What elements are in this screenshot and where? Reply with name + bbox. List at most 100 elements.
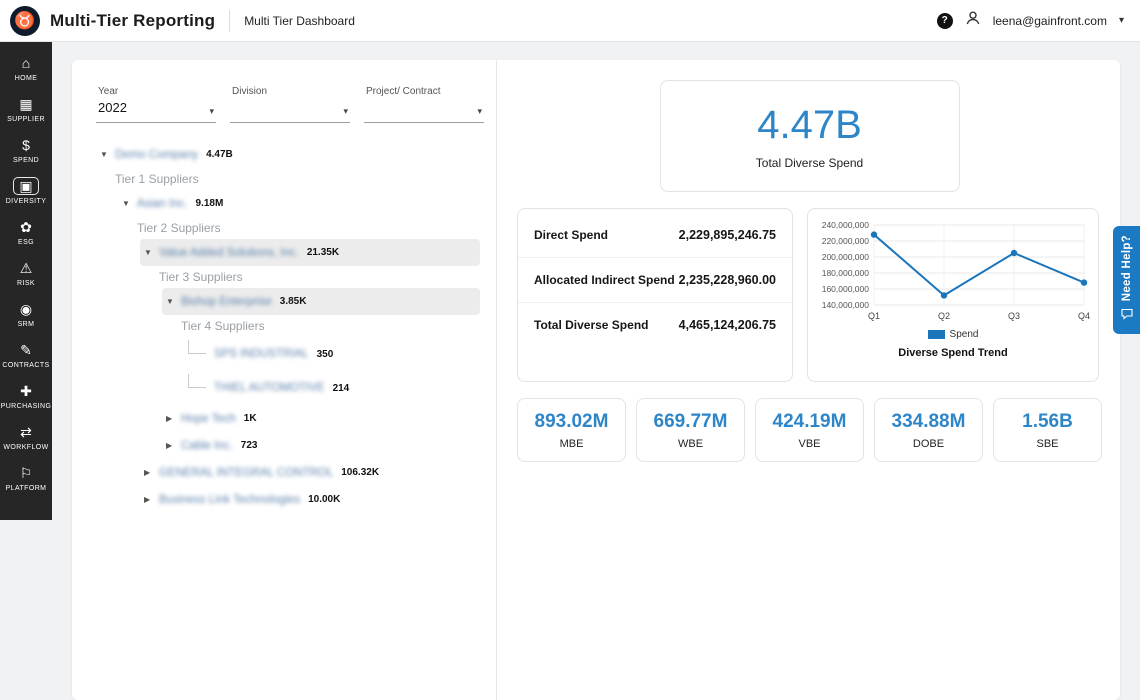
supplier-amount: 9.18M [196,198,224,209]
diverse-spend-trend-chart: 140,000,000160,000,000180,000,000200,000… [807,208,1099,382]
tree-row[interactable]: SPS INDUSTRIAL350 [184,337,480,371]
diversity-icon: ▣ [13,177,38,195]
tree-row[interactable]: ▼Value Added Solutions, Inc. 21.35K [140,239,480,266]
supplier-amount: 3.85K [280,296,307,307]
app-title: Multi-Tier Reporting [50,11,215,31]
supplier-amount: 10.00K [308,494,340,505]
supplier-name[interactable]: Business Link Technologies [159,494,300,506]
tree-row[interactable]: ▼Demo Company4.47B [96,141,480,168]
spend-row-value: 2,235,228,960.00 [679,273,776,287]
sidebar-item-risk[interactable]: ⚠RISK [0,253,52,294]
spend-breakdown-table: Direct Spend 2,229,895,246.75 Allocated … [517,208,793,382]
spend-row-label: Allocated Indirect Spend [534,273,675,287]
expand-caret-icon[interactable]: ▶ [166,441,181,450]
sidebar-item-label: HOME [15,75,38,82]
sidebar-item-purchasing[interactable]: ✚PURCHASING [0,376,52,417]
tree-row[interactable]: ▶Cable Inc.723 [162,432,480,459]
sidebar-item-label: RISK [17,280,35,287]
supplier-name[interactable]: Cable Inc. [181,440,233,452]
supplier-amount: 21.35K [307,247,339,258]
svg-text:180,000,000: 180,000,000 [822,268,870,278]
metric-value: 1.56B [1022,411,1073,433]
collapse-caret-icon[interactable]: ▼ [122,199,137,208]
total-diverse-spend-value: 4.47B [757,103,862,148]
supplier-name[interactable]: Demo Company [115,149,198,161]
svg-text:220,000,000: 220,000,000 [822,236,870,246]
total-diverse-spend-card: 4.47B Total Diverse Spend [660,80,960,192]
legend-label: Spend [950,329,979,340]
expand-caret-icon[interactable]: ▶ [144,468,159,477]
svg-text:160,000,000: 160,000,000 [822,284,870,294]
supplier-amount: 106.32K [341,467,379,478]
year-filter[interactable]: Year 2022 ▾ [96,86,216,123]
supplier-name[interactable]: Asian Inc. [137,198,188,210]
kpi-pane: 4.47B Total Diverse Spend Direct Spend 2… [497,60,1122,700]
sidebar-item-srm[interactable]: ◉SRM [0,294,52,335]
supplier-name[interactable]: GENERAL INTEGRAL CONTROL [159,467,333,479]
tree-row[interactable]: ▼Asian Inc. 9.18M [118,190,480,217]
need-help-tab[interactable]: Need Help? [1113,226,1140,334]
sidebar-item-workflow[interactable]: ⇄WORKFLOW [0,417,52,458]
filter-row: Year 2022 ▾ Division ▾ Project/ Contract… [96,86,496,123]
tree-row[interactable]: ▶Hope Tech1K [162,405,480,432]
dashboard-card: Year 2022 ▾ Division ▾ Project/ Contract… [72,60,1120,700]
sidebar-item-label: SRM [18,321,35,328]
svg-text:Q1: Q1 [868,311,880,321]
home-icon: ⌂ [22,54,30,72]
gainfront-logo[interactable]: ♉ [10,6,40,36]
tree-row[interactable]: ▶GENERAL INTEGRAL CONTROL 106.32K [140,459,480,486]
tree-row[interactable]: ▼Bishop Enterprise 3.85K [162,288,480,315]
breadcrumb: Multi Tier Dashboard [244,14,355,28]
chevron-down-icon: ▾ [209,106,214,117]
division-filter-label: Division [232,86,334,97]
expand-caret-icon[interactable]: ▶ [166,414,181,423]
sidebar-item-label: DIVERSITY [6,198,47,205]
metric-value: 893.02M [535,411,609,433]
metric-label: WBE [678,438,703,450]
metric-label: DOBE [913,438,944,450]
metric-label: SBE [1036,438,1058,450]
supplier-name[interactable]: THIEL AUTOMOTIVE [214,382,325,394]
sidebar-item-supplier[interactable]: ▦SUPPLIER [0,89,52,130]
sidebar-item-platform[interactable]: ⚐PLATFORM [0,458,52,499]
division-filter[interactable]: Division ▾ [230,86,350,123]
spend-row-label: Total Diverse Spend [534,318,648,332]
project-contract-filter[interactable]: Project/ Contract ▾ [364,86,484,123]
svg-text:240,000,000: 240,000,000 [822,220,870,230]
svg-text:Q4: Q4 [1078,311,1090,321]
tree-row[interactable]: ▶Business Link Technologies 10.00K [140,486,480,513]
supplier-name[interactable]: Value Added Solutions, Inc. [159,247,299,259]
total-diverse-spend-label: Total Diverse Spend [756,156,863,170]
tree-row[interactable]: THIEL AUTOMOTIVE214 [184,371,480,405]
project-filter-label: Project/ Contract [366,86,468,97]
sidebar-item-spend[interactable]: $ SPEND [0,130,52,171]
supplier-name[interactable]: Bishop Enterprise [181,296,272,308]
supplier-tier-tree: ▼Demo Company4.47BTier 1 Suppliers▼Asian… [96,141,496,513]
purchasing-icon: ✚ [20,382,32,400]
esg-icon: ✿ [20,218,32,236]
supplier-name[interactable]: Hope Tech [181,413,236,425]
sidebar-item-diversity[interactable]: ▣ DIVERSITY [0,171,52,212]
supplier-name[interactable]: SPS INDUSTRIAL [214,348,309,360]
sidebar-item-label: SPEND [13,157,39,164]
sidebar-item-home[interactable]: ⌂ HOME [0,48,52,89]
collapse-caret-icon[interactable]: ▼ [144,248,159,257]
svg-text:140,000,000: 140,000,000 [822,300,870,310]
user-menu-caret-icon[interactable]: ▾ [1119,15,1124,26]
collapse-caret-icon[interactable]: ▼ [100,150,115,159]
collapse-caret-icon[interactable]: ▼ [166,297,181,306]
metric-card-sbe: 1.56B SBE [993,398,1102,462]
metric-value: 424.19M [773,411,847,433]
help-icon[interactable]: ? [937,13,953,29]
sidebar-item-contracts[interactable]: ✎CONTRACTS [0,335,52,376]
tier-label: Tier 1 Suppliers [115,168,496,190]
metric-card-vbe: 424.19M VBE [755,398,864,462]
sidebar-item-label: PLATFORM [6,485,47,492]
spend-icon: $ [22,136,30,154]
chevron-down-icon: ▾ [343,106,348,117]
expand-caret-icon[interactable]: ▶ [144,495,159,504]
legend-swatch [928,330,945,339]
feedback-icon [1121,307,1133,325]
sidebar-item-esg[interactable]: ✿ESG [0,212,52,253]
tree-connector [188,340,206,354]
